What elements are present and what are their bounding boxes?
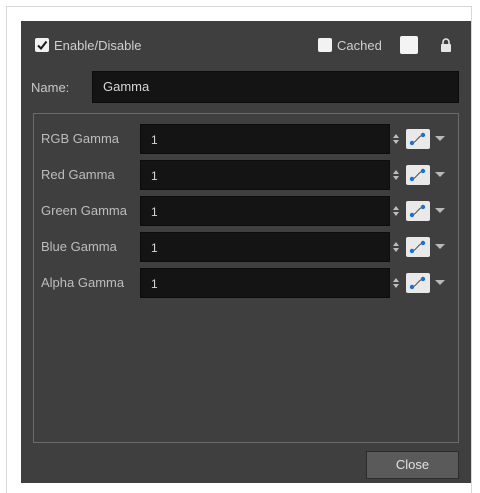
param-value-field[interactable]: 1 (140, 124, 390, 154)
chevron-down-icon[interactable] (435, 208, 445, 213)
spinner-icon[interactable] (392, 204, 400, 218)
lock-icon[interactable] (440, 38, 452, 52)
name-label: Name: (31, 80, 70, 95)
spinner-icon[interactable] (392, 276, 400, 290)
close-button[interactable]: Close (366, 451, 459, 479)
function-curve-button[interactable] (406, 201, 430, 221)
color-swatch[interactable] (400, 36, 418, 54)
enable-label: Enable/Disable (54, 38, 142, 53)
function-curve-icon (409, 240, 426, 254)
param-value-field[interactable]: 1 (140, 232, 390, 262)
param-value-field[interactable]: 1 (140, 160, 390, 190)
param-label: Red Gamma (41, 167, 115, 182)
checkmark-icon (37, 40, 48, 51)
enable-checkbox[interactable] (35, 38, 49, 52)
param-label: Alpha Gamma (41, 275, 125, 290)
spinner-icon[interactable] (392, 168, 400, 182)
cached-label: Cached (337, 38, 382, 53)
chevron-down-icon[interactable] (435, 136, 445, 141)
param-row-green-gamma: Green Gamma 1 (34, 196, 458, 226)
spinner-icon[interactable] (392, 132, 400, 146)
function-curve-icon (409, 168, 426, 182)
param-row-blue-gamma: Blue Gamma 1 (34, 232, 458, 262)
chevron-down-icon[interactable] (435, 244, 445, 249)
param-label: Green Gamma (41, 203, 127, 218)
spinner-icon[interactable] (392, 240, 400, 254)
param-label: Blue Gamma (41, 239, 117, 254)
param-label: RGB Gamma (41, 131, 120, 146)
function-curve-icon (409, 132, 426, 146)
layer-properties-dialog: Enable/Disable Cached Name: Gamma RGB Ga… (21, 21, 471, 483)
chevron-down-icon[interactable] (435, 172, 445, 177)
param-row-rgb-gamma: RGB Gamma 1 (34, 124, 458, 154)
param-row-red-gamma: Red Gamma 1 (34, 160, 458, 190)
function-curve-button[interactable] (406, 129, 430, 149)
function-curve-button[interactable] (406, 165, 430, 185)
function-curve-button[interactable] (406, 237, 430, 257)
name-field[interactable]: Gamma (92, 71, 459, 103)
parameters-group: RGB Gamma 1 Red Gamma 1 Green Gamma 1 Bl… (33, 113, 459, 443)
param-row-alpha-gamma: Alpha Gamma 1 (34, 268, 458, 298)
chevron-down-icon[interactable] (435, 280, 445, 285)
function-curve-icon (409, 204, 426, 218)
cached-checkbox[interactable] (318, 38, 332, 52)
function-curve-icon (409, 276, 426, 290)
function-curve-button[interactable] (406, 273, 430, 293)
param-value-field[interactable]: 1 (140, 268, 390, 298)
param-value-field[interactable]: 1 (140, 196, 390, 226)
